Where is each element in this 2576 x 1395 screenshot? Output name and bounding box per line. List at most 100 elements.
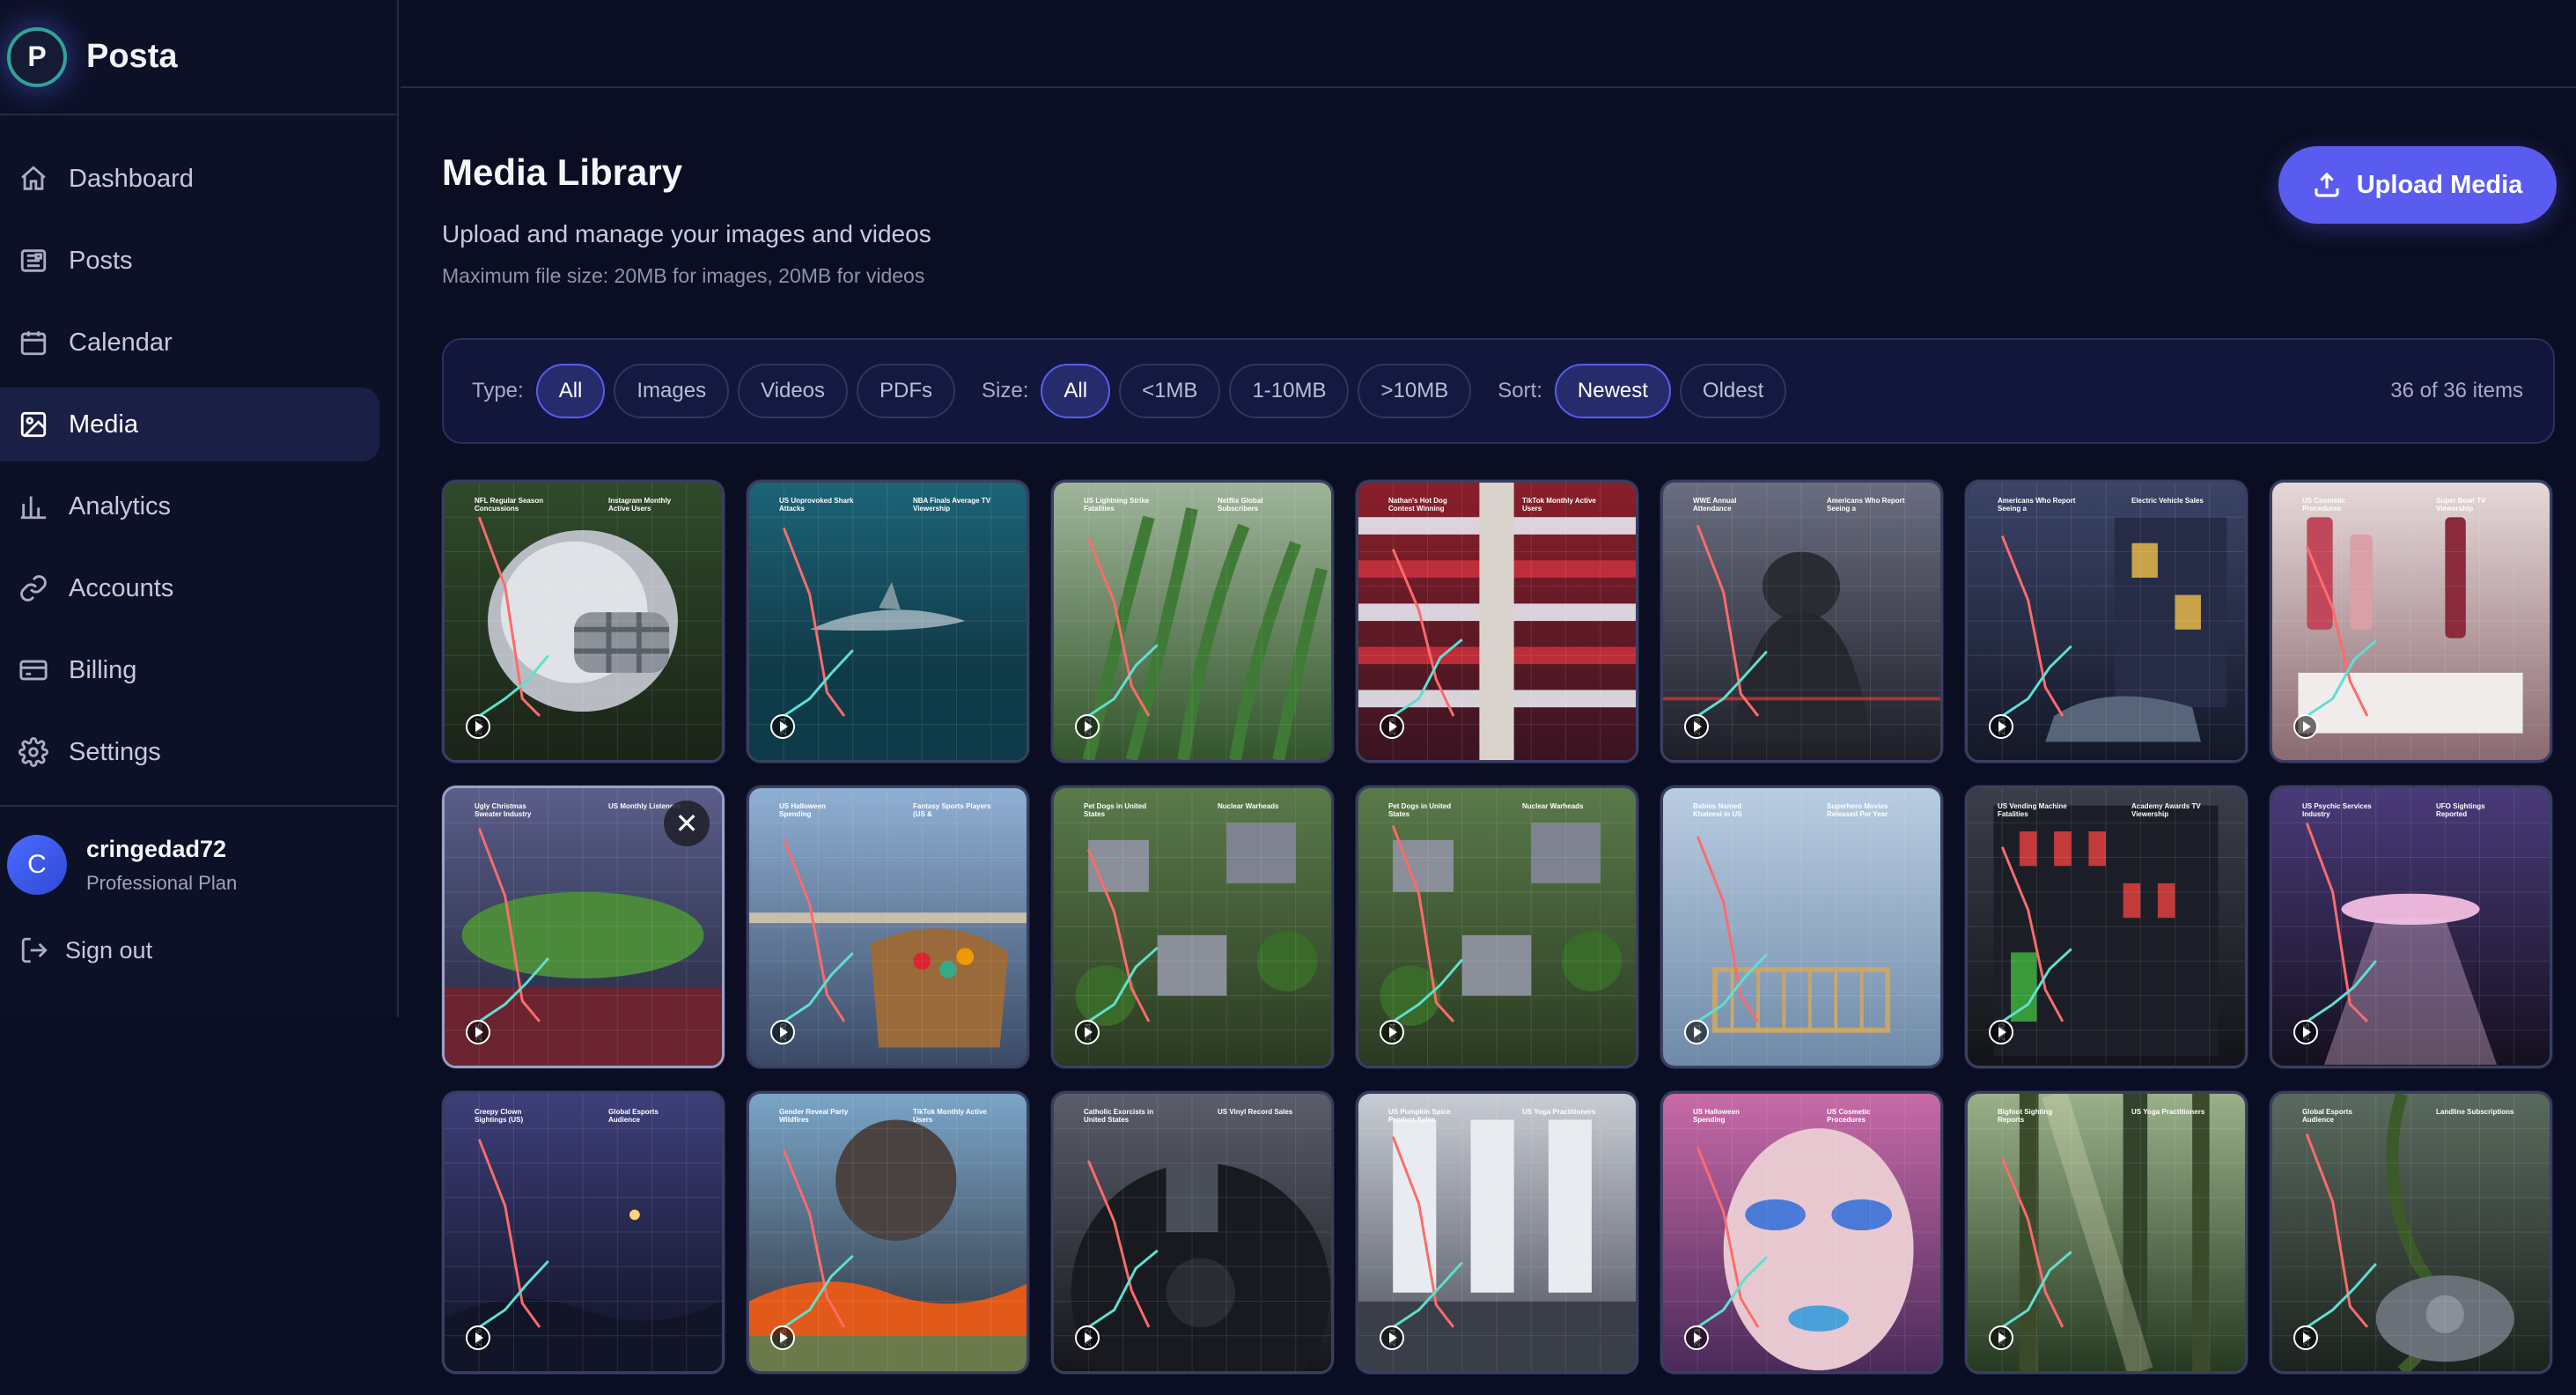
upload-media-button[interactable]: Upload Media — [2278, 146, 2557, 224]
media-tile[interactable]: US Halloween Spending Fantasy Sports Play… — [747, 786, 1029, 1068]
type-filter-label: Type: — [472, 379, 524, 402]
media-tile[interactable]: US Lightning Strike Fatalities Netflix Gl… — [1051, 480, 1334, 763]
sign-out-icon — [21, 937, 48, 963]
media-tile[interactable]: US Unprovoked Shark Attacks NBA Finals Av… — [747, 480, 1029, 763]
sidebar-item-media[interactable]: Media — [0, 388, 379, 461]
media-tile[interactable]: Creepy Clown Sightings (US) Global Esport… — [442, 1091, 725, 1374]
sidebar-item-dashboard[interactable]: Dashboard — [0, 142, 379, 216]
media-tile[interactable]: Pet Dogs in United States Nuclear Warhead… — [1051, 786, 1334, 1068]
play-icon[interactable] — [466, 714, 490, 739]
sidebar-item-billing[interactable]: Billing — [0, 633, 379, 707]
size-filter-chip[interactable]: >10MB — [1358, 364, 1472, 418]
user-info: cringedad72 Professional Plan — [86, 836, 237, 895]
play-icon[interactable] — [1380, 1020, 1404, 1044]
sort-filter-chip[interactable]: Newest — [1554, 364, 1671, 418]
sidebar-item-analytics[interactable]: Analytics — [0, 469, 379, 543]
close-icon[interactable]: ✕ — [664, 801, 710, 846]
sort-filter-chip[interactable]: Oldest — [1679, 364, 1787, 418]
sidebar-item-calendar[interactable]: Calendar — [0, 306, 379, 380]
size-filter-chip[interactable]: <1MB — [1119, 364, 1221, 418]
thumbnail-right-title: Landline Subscriptions — [2436, 1108, 2514, 1116]
play-icon[interactable] — [1684, 1020, 1709, 1044]
size-filter-chip[interactable]: All — [1041, 364, 1111, 418]
upload-icon — [2315, 172, 2339, 197]
page-title: Media Library — [442, 151, 683, 193]
thumbnail-left-title: US Pumpkin Spice Product Sales — [1388, 1108, 1451, 1124]
play-icon[interactable] — [466, 1325, 490, 1350]
media-tile[interactable]: NFL Regular Season Concussions Instagram … — [442, 480, 725, 763]
thumbnail-left-title: NFL Regular Season Concussions — [475, 497, 544, 513]
top-bar — [401, 0, 2576, 88]
media-tile[interactable]: US Halloween Spending US Cosmetic Procedu… — [1660, 1091, 1943, 1374]
sign-out-button[interactable]: Sign out — [0, 935, 397, 965]
media-tile[interactable]: Catholic Exorcists in United States US Vi… — [1051, 1091, 1334, 1374]
media-tile[interactable]: US Psychic Services Industry UFO Sighting… — [2270, 786, 2552, 1068]
play-icon[interactable] — [1989, 1020, 2013, 1044]
play-icon[interactable] — [1684, 1325, 1709, 1350]
brand-name: Posta — [86, 38, 178, 75]
media-tile[interactable]: US Cosmetic Procedures Super Bowl TV View… — [2270, 480, 2552, 763]
thumbnail-left-title: Nathan's Hot Dog Contest Winning — [1388, 497, 1447, 513]
thumbnail-right-title: US Vinyl Record Sales — [1218, 1108, 1293, 1116]
page-subtitle: Upload and manage your images and videos — [442, 220, 931, 247]
play-icon[interactable] — [1075, 1325, 1100, 1350]
thumbnail-right-title: Global Esports Audience — [608, 1108, 659, 1124]
calendar-icon — [16, 325, 51, 360]
type-filter-chip[interactable]: Videos — [738, 364, 849, 418]
sidebar-item-posts[interactable]: Posts — [0, 224, 379, 298]
play-icon[interactable] — [2293, 1020, 2318, 1044]
media-tile[interactable]: Global Esports Audience Landline Subscrip… — [2270, 1091, 2552, 1374]
user-block: C cringedad72 Professional Plan Sign out — [0, 805, 397, 965]
thumbnail-left-title: Creepy Clown Sightings (US) — [475, 1108, 524, 1124]
thumbnail-right-title: Fantasy Sports Players (US & — [913, 802, 991, 818]
type-filter-chip[interactable]: All — [535, 364, 606, 418]
play-icon[interactable] — [466, 1020, 490, 1044]
media-tile[interactable]: Pet Dogs in United States Nuclear Warhead… — [1356, 786, 1638, 1068]
size-filter-label: Size: — [982, 379, 1029, 402]
sidebar-item-label: Settings — [69, 737, 161, 766]
thumbnail-right-title: Nuclear Warheads — [1218, 802, 1279, 810]
media-tile[interactable]: Gender Reveal Party Wildfires TikTok Mont… — [747, 1091, 1029, 1374]
media-tile[interactable]: US Pumpkin Spice Product Sales US Yoga Pr… — [1356, 1091, 1638, 1374]
file-size-note: Maximum file size: 20MB for images, 20MB… — [442, 264, 925, 287]
brand[interactable]: P Posta — [0, 0, 397, 115]
thumbnail-right-title: Americans Who Report Seeing a — [1827, 497, 1905, 513]
thumbnail-right-title: Superhero Movies Released Per Year — [1827, 802, 1888, 818]
play-icon[interactable] — [770, 714, 795, 739]
sidebar-item-accounts[interactable]: Accounts — [0, 551, 379, 625]
play-icon[interactable] — [2293, 714, 2318, 739]
play-icon[interactable] — [1075, 714, 1100, 739]
media-tile[interactable]: Nathan's Hot Dog Contest Winning TikTok M… — [1356, 480, 1638, 763]
play-icon[interactable] — [1989, 714, 2013, 739]
sidebar-item-settings[interactable]: Settings — [0, 715, 379, 789]
user-plan: Professional Plan — [86, 871, 238, 894]
thumbnail-right-title: Super Bowl TV Viewership — [2436, 497, 2486, 513]
type-filter-chip[interactable]: PDFs — [857, 364, 956, 418]
thumbnail-left-title: US Lightning Strike Fatalities — [1084, 497, 1150, 513]
media-tile[interactable]: Bigfoot Sighting Reports US Yoga Practiti… — [1965, 1091, 2248, 1374]
play-icon[interactable] — [1989, 1325, 2013, 1350]
play-icon[interactable] — [1380, 1325, 1404, 1350]
size-filter-chip[interactable]: 1-10MB — [1229, 364, 1350, 418]
type-filter-chip[interactable]: Images — [614, 364, 730, 418]
media-grid: NFL Regular Season Concussions Instagram … — [442, 480, 2552, 1374]
play-icon[interactable] — [770, 1325, 795, 1350]
user-profile[interactable]: C cringedad72 Professional Plan — [0, 835, 397, 895]
play-icon[interactable] — [2293, 1325, 2318, 1350]
media-tile[interactable]: Babies Named Khaleesi in US Superhero Mov… — [1660, 786, 1943, 1068]
media-tile[interactable]: Americans Who Report Seeing a Electric Ve… — [1965, 480, 2248, 763]
sidebar-item-label: Accounts — [69, 573, 174, 602]
play-icon[interactable] — [1684, 714, 1709, 739]
bar-chart-icon — [16, 489, 51, 524]
play-icon[interactable] — [770, 1020, 795, 1044]
thumbnail-right-title: Electric Vehicle Sales — [2131, 497, 2204, 505]
upload-media-label: Upload Media — [2356, 170, 2523, 199]
media-tile[interactable]: US Vending Machine Fatalities Academy Awa… — [1965, 786, 2248, 1068]
media-tile[interactable]: Ugly Christmas Sweater Industry US Monthl… — [442, 786, 725, 1068]
play-icon[interactable] — [1380, 714, 1404, 739]
play-icon[interactable] — [1075, 1020, 1100, 1044]
thumbnail-left-title: Bigfoot Sighting Reports — [1998, 1108, 2053, 1124]
thumbnail-left-title: WWE Annual Attendance — [1693, 497, 1737, 513]
media-tile[interactable]: WWE Annual Attendance Americans Who Repor… — [1660, 480, 1943, 763]
sidebar-item-label: Billing — [69, 655, 137, 684]
